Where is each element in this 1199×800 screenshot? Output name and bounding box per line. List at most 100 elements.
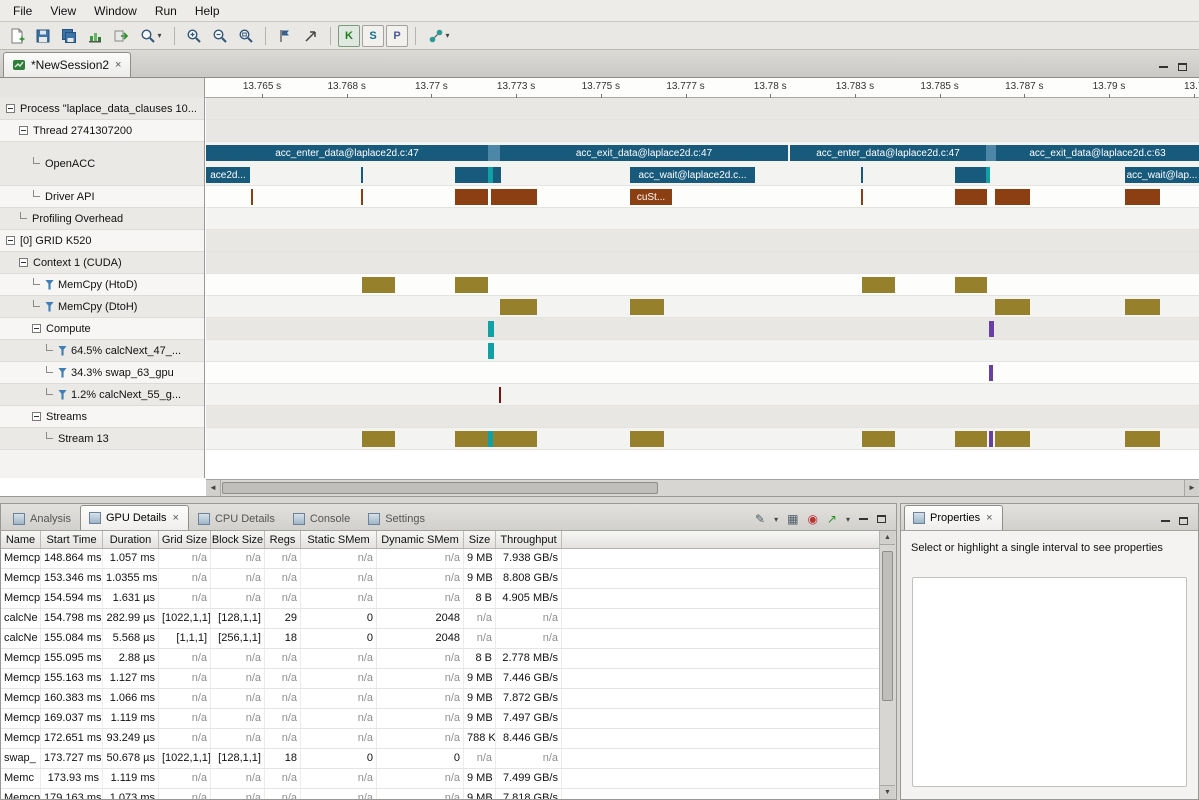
tree-row-1-2-calcnext-55-g[interactable]: 1.2% calcNext_55_g... <box>0 384 204 406</box>
filter-icon[interactable] <box>58 390 67 400</box>
timeline-interval[interactable] <box>862 277 895 293</box>
tab-settings[interactable]: Settings <box>359 507 434 530</box>
table-row[interactable]: Memcp179.163 ms1.073 msn/an/an/an/an/a9 … <box>1 789 879 799</box>
scroll-right-arrow-icon[interactable]: ► <box>1184 480 1199 496</box>
column-header-static-smem[interactable]: Static SMem <box>301 531 377 548</box>
process-colorby-toggle[interactable]: P <box>386 25 408 47</box>
dropdown-caret-icon[interactable]: ▾ <box>774 515 778 524</box>
column-header-grid-size[interactable]: Grid Size <box>159 531 211 548</box>
table-row[interactable]: Memcp148.864 ms1.057 msn/an/an/an/an/a9 … <box>1 549 879 569</box>
tree-row-thread-2741307200[interactable]: Thread 2741307200 <box>0 120 204 142</box>
tab-properties[interactable]: Properties × <box>904 505 1003 530</box>
export-arrow-icon[interactable]: ↗ <box>827 513 837 525</box>
view-menu-icon[interactable]: ▾ <box>846 515 850 524</box>
timeline-interval[interactable] <box>955 431 987 447</box>
collapse-toggle[interactable] <box>32 412 41 421</box>
menu-file[interactable]: File <box>4 2 41 20</box>
tree-row-compute[interactable]: Compute <box>0 318 204 340</box>
collapse-toggle[interactable] <box>32 324 41 333</box>
layout-grid-icon[interactable]: ▦ <box>787 513 798 525</box>
close-icon[interactable]: × <box>114 59 122 71</box>
timeline-interval[interactable] <box>995 299 1030 315</box>
vscroll-thumb[interactable] <box>882 551 893 701</box>
close-icon[interactable]: × <box>985 512 993 524</box>
maximize-icon[interactable] <box>1179 517 1188 525</box>
timeline-interval[interactable]: cuSt... <box>630 189 672 205</box>
timeline-interval[interactable] <box>630 431 664 447</box>
tree-row-memcpy-htod[interactable]: MemCpy (HtoD) <box>0 274 204 296</box>
timeline-interval[interactable] <box>455 431 488 447</box>
timeline-interval[interactable] <box>362 277 395 293</box>
menu-help[interactable]: Help <box>186 2 229 20</box>
timeline-interval[interactable] <box>995 431 1030 447</box>
table-row[interactable]: Memcp153.346 ms1.0355 msn/an/an/an/an/a9… <box>1 569 879 589</box>
timeline-interval[interactable] <box>488 343 494 359</box>
timeline-interval[interactable] <box>491 189 537 205</box>
zoom-region-button[interactable]: ▾ <box>135 24 167 48</box>
timeline-interval[interactable] <box>488 321 494 337</box>
scroll-up-arrow-icon[interactable]: ▲ <box>880 531 895 545</box>
timeline-interval[interactable] <box>989 321 994 337</box>
tree-row-profiling-overhead[interactable]: Profiling Overhead <box>0 208 204 230</box>
timeline-interval[interactable]: acc_enter_data@laplace2d.c:47 <box>790 145 986 161</box>
close-icon[interactable]: × <box>172 512 180 524</box>
tree-row-64-5-calcnext-47[interactable]: 64.5% calcNext_47_... <box>0 340 204 362</box>
table-row[interactable]: Memcp160.383 ms1.066 msn/an/an/an/an/a9 … <box>1 689 879 709</box>
menu-window[interactable]: Window <box>85 2 146 20</box>
timeline-interval[interactable] <box>955 189 987 205</box>
timeline-interval[interactable] <box>1125 299 1160 315</box>
minimize-icon[interactable] <box>1161 520 1170 522</box>
timeline-interval[interactable] <box>1125 431 1160 447</box>
column-header-block-size[interactable]: Block Size <box>211 531 265 548</box>
filter-icon[interactable] <box>45 280 54 290</box>
timeline-interval[interactable] <box>995 189 1030 205</box>
timeline-interval[interactable] <box>989 431 993 447</box>
timeline-interval[interactable]: acc_exit_data@laplace2d.c:63 <box>996 145 1199 161</box>
export-session-button[interactable] <box>109 24 133 48</box>
hscroll-thumb[interactable] <box>222 482 658 494</box>
tree-row-memcpy-dtoh[interactable]: MemCpy (DtoH) <box>0 296 204 318</box>
collapse-toggle[interactable] <box>6 104 15 113</box>
column-header-size[interactable]: Size <box>464 531 496 548</box>
maximize-icon[interactable] <box>1178 63 1187 71</box>
zoom-fit-button[interactable] <box>234 24 258 48</box>
column-header-start-time[interactable]: Start Time <box>41 531 103 548</box>
timeline-interval[interactable]: acc_wait@laplace2d.c... <box>630 167 755 183</box>
table-row[interactable]: Memc173.93 ms1.119 msn/an/an/an/an/a9 MB… <box>1 769 879 789</box>
record-icon[interactable]: ◉ <box>807 513 817 525</box>
table-row[interactable]: Memcp169.037 ms1.119 msn/an/an/an/an/a9 … <box>1 709 879 729</box>
filter-icon[interactable] <box>58 346 67 356</box>
collapse-toggle[interactable] <box>19 258 28 267</box>
timeline-interval[interactable] <box>955 277 987 293</box>
save-all-button[interactable] <box>57 24 81 48</box>
tree-row-process-laplace-data-clauses-1[interactable]: Process "laplace_data_clauses 10... <box>0 98 204 120</box>
timeline-interval[interactable] <box>861 167 863 183</box>
timeline-interval[interactable] <box>989 365 993 381</box>
timeline-interval[interactable] <box>986 167 990 183</box>
timeline-interval[interactable] <box>455 189 488 205</box>
stream-colorby-toggle[interactable]: S <box>362 25 384 47</box>
timeline-interval[interactable]: acc_exit_data@laplace2d.c:47 <box>500 145 788 161</box>
timeline-interval[interactable] <box>488 145 500 161</box>
tree-row-driver-api[interactable]: Driver API <box>0 186 204 208</box>
tab-analysis[interactable]: Analysis <box>4 507 80 530</box>
maximize-icon[interactable] <box>877 515 886 523</box>
column-header-throughput[interactable]: Throughput <box>496 531 562 548</box>
tree-row-0-grid-k520[interactable]: [0] GRID K520 <box>0 230 204 252</box>
timeline-interval[interactable] <box>493 167 501 183</box>
table-row[interactable]: swap_173.727 ms50.678 µs[1022,1,1][128,1… <box>1 749 879 769</box>
timeline-interval[interactable] <box>362 431 395 447</box>
minimize-icon[interactable] <box>859 518 868 520</box>
zoom-in-button[interactable] <box>182 24 206 48</box>
timeline-interval[interactable] <box>1125 189 1160 205</box>
scroll-left-arrow-icon[interactable]: ◄ <box>206 480 221 496</box>
timeline-interval[interactable] <box>361 189 363 205</box>
timeline-interval[interactable] <box>986 145 996 161</box>
timeline-interval[interactable] <box>455 277 488 293</box>
filter-icon[interactable] <box>45 302 54 312</box>
table-vscrollbar[interactable]: ▲ ▼ <box>880 531 896 799</box>
tab-newsession2[interactable]: *NewSession2 × <box>3 52 131 77</box>
menu-view[interactable]: View <box>41 2 85 20</box>
timeline-chart[interactable]: acc_enter_data@laplace2d.c:47acc_exit_da… <box>206 98 1199 478</box>
scroll-down-arrow-icon[interactable]: ▼ <box>880 785 895 799</box>
